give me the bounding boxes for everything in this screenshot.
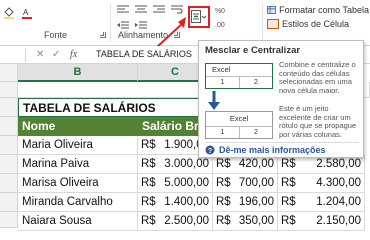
- row-header[interactable]: [0, 117, 18, 136]
- number-format-button[interactable]: % 0: [214, 4, 228, 16]
- preview-label-bottom: Excel: [229, 114, 249, 123]
- svg-text:.00: .00: [215, 22, 225, 29]
- enter-icon[interactable]: ✓: [52, 49, 60, 61]
- down-arrow-icon: [208, 91, 220, 110]
- preview-num-cell: 1: [206, 126, 240, 138]
- font-color-button[interactable]: A: [20, 6, 34, 20]
- preview-num-cell: 2: [240, 76, 272, 88]
- preview-after: Excel 1 2: [205, 111, 273, 139]
- currency-cell[interactable]: R$: [138, 174, 158, 193]
- currency-cell[interactable]: R$: [278, 193, 300, 212]
- svg-text:0: 0: [221, 8, 225, 15]
- more-info-label: Dê-me mais informações: [219, 145, 326, 155]
- cancel-icon[interactable]: ✕: [36, 49, 44, 61]
- name-cell[interactable]: Miranda Carvalho: [18, 193, 138, 212]
- cell-styles-icon: [267, 18, 279, 29]
- function-icon[interactable]: fx: [70, 49, 77, 61]
- currency-cell[interactable]: R$: [213, 212, 231, 231]
- tooltip-tip: Este é um jeito excelente de criar um ró…: [279, 104, 357, 139]
- row-header[interactable]: [0, 136, 18, 155]
- merge-center-tooltip: Mesclar e Centralizar Excel 1 2 Excel 1 …: [198, 40, 364, 158]
- fill-color-button[interactable]: [2, 6, 16, 20]
- preview-num-1: 1: [220, 79, 225, 86]
- currency-cell[interactable]: R$: [138, 193, 158, 212]
- help-icon: ?: [205, 145, 215, 155]
- merge-center-icon: [191, 10, 207, 23]
- tooltip-title: Mesclar e Centralizar: [205, 45, 301, 56]
- salary-cell[interactable]: 5.000,00: [158, 174, 213, 193]
- net-salary-cell[interactable]: 2.150,00: [300, 212, 365, 231]
- merge-preview: Excel 1 2 Excel 1 2: [205, 63, 273, 139]
- currency-cell[interactable]: R$: [213, 174, 231, 193]
- more-info-link[interactable]: ? Dê-me mais informações: [205, 145, 326, 155]
- fill-color-icon: [4, 7, 14, 19]
- ribbon-separator: [110, 4, 111, 42]
- currency-cell[interactable]: R$: [278, 174, 300, 193]
- preview-num-cell: 2: [240, 126, 272, 138]
- salary-cell[interactable]: 2.500,00: [158, 212, 213, 231]
- number-format-icon: % 0: [215, 8, 225, 15]
- cell-styles-button[interactable]: Estilos de Célula: [266, 17, 370, 30]
- decimal-icon: .00: [215, 22, 225, 29]
- currency-cell[interactable]: R$: [138, 155, 158, 174]
- table-icon: [267, 5, 277, 14]
- svg-text:A: A: [23, 8, 29, 17]
- discount-cell[interactable]: 350,00: [231, 212, 278, 231]
- row-header[interactable]: [0, 82, 18, 98]
- decrease-indent-icon: [117, 21, 129, 29]
- currency-cell[interactable]: R$: [278, 212, 300, 231]
- font-color-icon: A: [22, 8, 32, 19]
- row-header[interactable]: [0, 155, 18, 174]
- name-cell[interactable]: Naiara Sousa: [18, 212, 138, 231]
- name-cell[interactable]: Maria Oliveira: [18, 136, 138, 155]
- name-cell[interactable]: Marina Paiva: [18, 155, 138, 174]
- currency-cell[interactable]: R$: [138, 212, 158, 231]
- align-left-button[interactable]: [116, 4, 130, 16]
- ribbon-separator: [262, 4, 263, 42]
- currency-cell[interactable]: R$: [213, 193, 231, 212]
- row-header[interactable]: [0, 193, 18, 212]
- format-as-table-button[interactable]: Formatar como Tabela: [266, 3, 370, 16]
- currency-cell[interactable]: R$: [138, 136, 158, 155]
- preview-num-2: 2: [254, 79, 258, 86]
- salary-cell[interactable]: 1.400,00: [158, 193, 213, 212]
- net-salary-cell[interactable]: 1.204,00: [300, 193, 365, 212]
- name-cell[interactable]: Marisa Oliveira: [18, 174, 138, 193]
- format-as-table-label: Formatar como Tabela: [279, 4, 369, 15]
- discount-cell[interactable]: 700,00: [231, 174, 278, 193]
- decimal-button[interactable]: .00: [214, 18, 228, 30]
- preview-num-cell: 1: [206, 76, 240, 88]
- group-fonte-label: Fonte: [44, 30, 68, 40]
- cell-styles-label: Estilos de Célula: [282, 18, 350, 29]
- align-left-icon: [117, 5, 129, 13]
- preview-before: Excel 1 2: [205, 63, 273, 89]
- discount-cell[interactable]: 196,00: [231, 193, 278, 212]
- preview-num-1: 1: [220, 129, 225, 136]
- row-header[interactable]: [0, 98, 18, 117]
- svg-text:?: ?: [208, 148, 212, 155]
- decrease-indent-button[interactable]: [116, 20, 130, 30]
- tooltip-divider: [205, 142, 359, 143]
- row-header[interactable]: [0, 174, 18, 193]
- tooltip-description: Combine e centralize o conteúdo das célu…: [279, 60, 356, 95]
- preview-num-2: 2: [254, 129, 258, 136]
- row-header[interactable]: [0, 212, 18, 228]
- header-name-cell[interactable]: Nome: [18, 117, 138, 136]
- table-title-cell[interactable]: TABELA DE SALÁRIOS: [18, 98, 213, 117]
- name-box[interactable]: [0, 48, 26, 62]
- fonte-launcher[interactable]: [100, 32, 106, 38]
- select-all-corner[interactable]: [0, 64, 18, 82]
- formula-input[interactable]: TABELA DE SALÁRIOS: [96, 49, 192, 59]
- net-salary-cell[interactable]: 4.300,00: [300, 174, 365, 193]
- preview-label-top: Excel: [212, 65, 231, 74]
- column-header-b[interactable]: B: [18, 64, 138, 82]
